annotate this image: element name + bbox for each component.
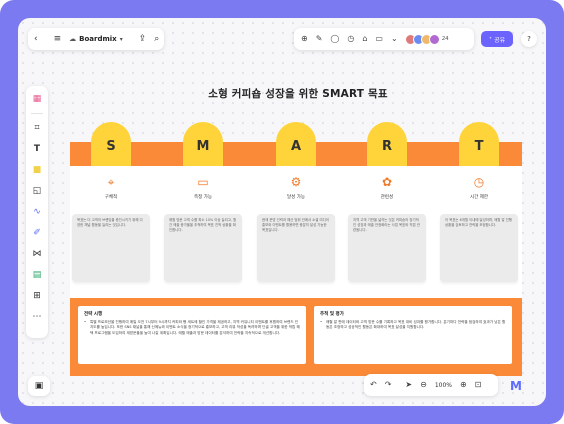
letter-tab-r[interactable]: R bbox=[367, 122, 407, 166]
cursor-icon[interactable]: ➤ bbox=[405, 381, 412, 389]
minimap-toggle[interactable]: ▣ bbox=[28, 376, 50, 396]
avatar-count: 24 bbox=[441, 36, 449, 42]
zoom-level[interactable]: 100% bbox=[435, 382, 452, 389]
sticky-note[interactable]: 지역 고객 기반을 넓히는 것은 커피숍의 장기적인 성장과 매출 안정화라는 … bbox=[348, 214, 426, 282]
comment-icon[interactable]: ◯ bbox=[330, 35, 339, 43]
avatar bbox=[428, 33, 440, 45]
sticky-note[interactable]: 이 목표는 6개월 이내에 달성하며, 매월 말 진행 상황을 검토하고 전략을… bbox=[440, 214, 518, 282]
criteria-column: ◷ 시간 제한 이 목표는 6개월 이내에 달성하며, 매월 말 진행 상황을 … bbox=[438, 166, 520, 298]
top-left-toolbar: ‹ ≡ ☁ Boardmix ▾ ⇪ ⌕ bbox=[28, 28, 164, 50]
back-icon[interactable]: ‹ bbox=[34, 34, 38, 44]
redo-icon[interactable]: ↷ bbox=[385, 381, 392, 389]
app-brand[interactable]: ☁ Boardmix ▾ bbox=[69, 35, 123, 43]
table-icon[interactable]: ▤ bbox=[30, 268, 44, 282]
target-icon: ⌖ bbox=[107, 174, 115, 189]
device-frame: ‹ ≡ ☁ Boardmix ▾ ⇪ ⌕ ⊕ ✎ ◯ ◷ ⌂ ▭ ⌄ 24 ⁺ … bbox=[0, 0, 564, 424]
criteria-column: ▭ 측정 가능 매월 방문 고객 수를 최소 10% 이상 늘리고, 월간 매출… bbox=[162, 166, 244, 298]
letter-tab-a[interactable]: A bbox=[276, 122, 316, 166]
letter-tab-t[interactable]: T bbox=[459, 122, 499, 166]
sticky-note-icon[interactable]: ■ bbox=[30, 163, 44, 177]
top-right-toolbar: ⊕ ✎ ◯ ◷ ⌂ ▭ ⌄ 24 bbox=[294, 28, 474, 50]
letter: A bbox=[290, 138, 302, 154]
criteria-strip: ⌖ 구체적 목표는 더 고객의 브랜딩을 증진시키기 위해 다양한 채널 활동을… bbox=[70, 166, 522, 298]
side-toolbar: ▦ ⌗ T ■ ◱ ∿ ✐ ⋈ ▤ ⊞ ⋯ bbox=[26, 86, 48, 338]
zoom-out-icon[interactable]: ⊖ bbox=[420, 381, 427, 389]
letter: R bbox=[381, 138, 392, 154]
criteria-label[interactable]: 달성 가능 bbox=[255, 194, 337, 200]
more-icon[interactable]: ⋯ bbox=[30, 310, 44, 324]
share-button[interactable]: ⁺ 공유 bbox=[481, 31, 513, 47]
criteria-label[interactable]: 관련성 bbox=[346, 194, 428, 200]
fit-icon[interactable]: ⊡ bbox=[475, 381, 482, 389]
sticky-note[interactable]: 목표는 더 고객의 브랜딩을 증진시키기 위해 다양한 채널 활동을 늘리는 것… bbox=[72, 214, 150, 282]
criteria-label[interactable]: 구체적 bbox=[70, 194, 152, 200]
board-title[interactable]: 소형 커피숍 성장을 위한 SMART 목표 bbox=[70, 86, 526, 101]
link-icon: ✿ bbox=[381, 175, 393, 189]
vote-icon[interactable]: ⌂ bbox=[362, 35, 367, 43]
pen-icon[interactable]: ✐ bbox=[30, 226, 44, 240]
share-label: 공유 bbox=[494, 36, 506, 44]
tracking-box[interactable]: 추적 및 평가 매월 말 판매 데이터와 고객 방문 수를 기록하고 목표 대비… bbox=[314, 306, 512, 364]
criteria-column: ⌖ 구체적 목표는 더 고객의 브랜딩을 증진시키기 위해 다양한 채널 활동을… bbox=[70, 166, 152, 298]
cloud-icon: ☁ bbox=[69, 34, 77, 43]
clock-icon: ◷ bbox=[473, 175, 485, 189]
action-plan-title: 전략 시행 bbox=[84, 312, 103, 317]
connector-icon[interactable]: ∿ bbox=[30, 205, 44, 219]
letter: T bbox=[474, 138, 484, 154]
criteria-column: ✿ 관련성 지역 고객 기반을 넓히는 것은 커피숍의 장기적인 성장과 매출 … bbox=[346, 166, 428, 298]
gear-icon: ⚙ bbox=[290, 175, 302, 189]
sticky-note[interactable]: 현재 운영 인력과 예산 범위 안에서 소셜 미디어 홍보와 이벤트를 활용하면… bbox=[257, 214, 335, 282]
help-button[interactable]: ? bbox=[521, 31, 537, 47]
template-icon[interactable]: ▦ bbox=[30, 92, 44, 106]
shape-icon[interactable]: ◱ bbox=[30, 184, 44, 198]
letter: M bbox=[196, 138, 210, 154]
export-icon[interactable]: ⇪ bbox=[139, 34, 147, 44]
divider bbox=[31, 113, 43, 114]
minimap-icon: ▣ bbox=[34, 380, 44, 391]
expand-icon[interactable]: ⌄ bbox=[391, 35, 398, 43]
tracking-text: 매월 말 판매 데이터와 고객 방문 수를 기록하고 목표 대비 성과를 평가합… bbox=[320, 320, 506, 331]
criteria-label[interactable]: 시간 제한 bbox=[438, 194, 520, 200]
zoom-in-icon[interactable]: ⊕ bbox=[460, 381, 467, 389]
letter: S bbox=[106, 138, 116, 154]
ruler-icon: ▭ bbox=[197, 175, 209, 189]
search-icon[interactable]: ⌕ bbox=[154, 34, 159, 44]
smart-board[interactable]: S M A R T ⌖ 구체적 목표는 더 고객의 브랜딩을 증진시키기 위해 … bbox=[70, 122, 522, 376]
collaborator-avatars[interactable]: 24 bbox=[404, 33, 449, 45]
undo-icon[interactable]: ↶ bbox=[370, 381, 377, 389]
mindmap-icon[interactable]: ⋈ bbox=[30, 247, 44, 261]
letter-tab-m[interactable]: M bbox=[183, 122, 223, 166]
plan-section: 전략 시행 특별 프로모션을 진행하여 매일 오전 7시부터 9시까지 커피와 … bbox=[70, 298, 522, 376]
person-add-icon: ⁺ bbox=[488, 35, 493, 43]
tracking-title: 추적 및 평가 bbox=[320, 312, 344, 317]
chevron-down-icon: ▾ bbox=[119, 35, 123, 43]
menu-icon[interactable]: ≡ bbox=[54, 34, 62, 44]
pen-icon[interactable]: ✎ bbox=[316, 35, 323, 43]
criteria-label[interactable]: 측정 가능 bbox=[162, 194, 244, 200]
add-circle-icon[interactable]: ⊕ bbox=[301, 35, 308, 43]
more-tools-icon[interactable]: ⊞ bbox=[30, 289, 44, 303]
timer-icon[interactable]: ◷ bbox=[347, 35, 354, 43]
text-icon[interactable]: T bbox=[30, 142, 44, 156]
presentation-icon[interactable]: ▭ bbox=[375, 35, 383, 43]
sticky-note[interactable]: 매월 방문 고객 수를 최소 10% 이상 늘리고, 월간 매출 증가율을 추적… bbox=[164, 214, 242, 282]
bottom-right-toolbar: ↶ ↷ ➤ ⊖ 100% ⊕ ⊡ bbox=[364, 374, 498, 396]
canvas[interactable]: ‹ ≡ ☁ Boardmix ▾ ⇪ ⌕ ⊕ ✎ ◯ ◷ ⌂ ▭ ⌄ 24 ⁺ … bbox=[18, 18, 546, 406]
action-plan-box[interactable]: 전략 시행 특별 프로모션을 진행하여 매일 오전 7시부터 9시까지 커피와 … bbox=[78, 306, 306, 364]
action-plan-text: 특별 프로모션을 진행하여 매일 오전 7시부터 9시까지 커피와 빵 세트에 … bbox=[84, 320, 300, 336]
letter-tab-s[interactable]: S bbox=[91, 122, 131, 166]
app-name: Boardmix bbox=[79, 35, 117, 43]
frame-icon[interactable]: ⌗ bbox=[30, 121, 44, 135]
ai-assistant-icon[interactable]: M bbox=[506, 376, 526, 396]
criteria-column: ⚙ 달성 가능 현재 운영 인력과 예산 범위 안에서 소셜 미디어 홍보와 이… bbox=[255, 166, 337, 298]
